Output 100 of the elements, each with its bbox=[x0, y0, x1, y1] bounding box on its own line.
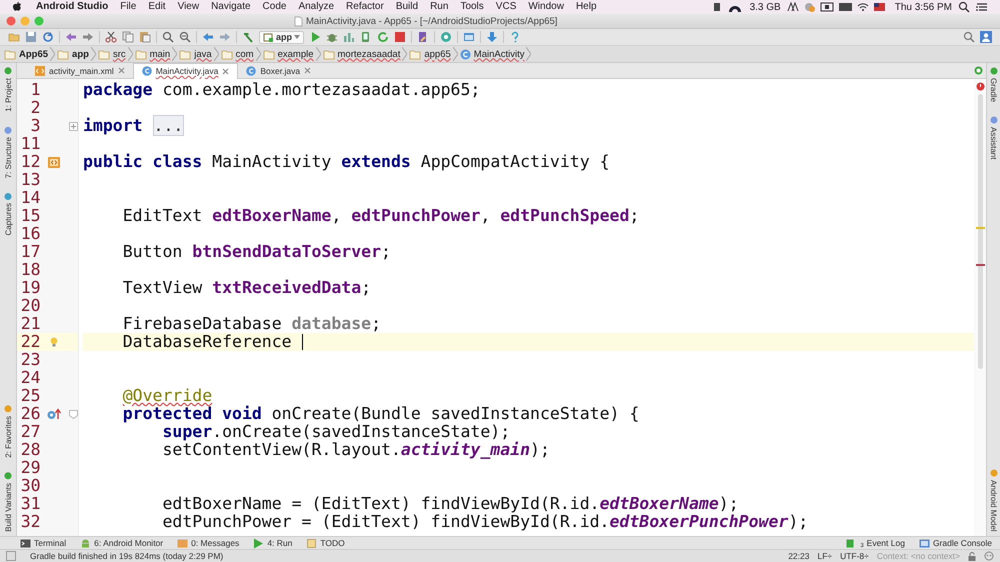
bug-icon[interactable] bbox=[326, 31, 338, 43]
scrollbar[interactable] bbox=[978, 94, 982, 369]
fold-collapse-icon[interactable] bbox=[68, 410, 78, 418]
breadcrumb[interactable]: app bbox=[57, 48, 89, 60]
clock[interactable]: Thu 3:56 PM bbox=[892, 2, 958, 12]
tool-window-button[interactable]: Build Variants bbox=[4, 472, 12, 532]
download-icon[interactable] bbox=[440, 31, 452, 43]
forward-arrow-icon[interactable] bbox=[219, 31, 231, 43]
line-number: 19 bbox=[20, 279, 41, 297]
fold-expand-icon[interactable] bbox=[68, 122, 78, 130]
tool-window-button[interactable]: Android Model bbox=[989, 469, 998, 532]
breadcrumb[interactable]: example bbox=[262, 48, 314, 60]
sync-icon[interactable] bbox=[42, 31, 54, 43]
close-button[interactable] bbox=[6, 16, 16, 26]
stop-icon[interactable] bbox=[394, 31, 406, 43]
window-icon[interactable] bbox=[463, 31, 476, 43]
menu-item[interactable]: Refactor bbox=[340, 0, 390, 14]
close-icon[interactable] bbox=[222, 68, 230, 74]
menu-item[interactable]: VCS bbox=[490, 0, 522, 14]
refresh-icon[interactable] bbox=[377, 31, 390, 43]
layout-file-icon bbox=[35, 66, 45, 76]
bar-chart-icon[interactable] bbox=[343, 31, 356, 43]
app-menu[interactable]: Android Studio bbox=[28, 0, 114, 14]
paste-icon[interactable] bbox=[139, 31, 151, 43]
lock-icon[interactable] bbox=[968, 552, 976, 560]
tool-window-tab[interactable]: Gradle Console bbox=[918, 538, 992, 548]
editor-tab[interactable]: MainActivity.java bbox=[132, 62, 238, 78]
breadcrumb[interactable]: App65 bbox=[4, 48, 48, 60]
scissors-icon[interactable] bbox=[105, 31, 117, 43]
tool-window-tab[interactable]: 6: Android Monitor bbox=[80, 538, 164, 548]
tool-window-tab[interactable]: TODO bbox=[306, 538, 345, 548]
breadcrumb[interactable]: app65 bbox=[409, 48, 451, 60]
tool-window-button[interactable]: 7: Structure bbox=[4, 126, 12, 178]
tool-window-tab[interactable]: 4: Run bbox=[253, 538, 292, 548]
check-circle-icon bbox=[974, 66, 983, 75]
lightbulb-icon[interactable] bbox=[50, 337, 58, 347]
menu-item[interactable]: File bbox=[114, 0, 142, 14]
breadcrumb[interactable]: com bbox=[220, 48, 254, 60]
editor-tab[interactable]: Boxer.java bbox=[238, 63, 320, 78]
menu-item[interactable]: Code bbox=[256, 0, 292, 14]
tool-window-tab[interactable]: Terminal bbox=[20, 538, 66, 548]
line-number: 15 bbox=[20, 207, 41, 225]
run-icon[interactable] bbox=[309, 31, 322, 43]
search-icon[interactable] bbox=[958, 1, 970, 13]
undo-icon[interactable] bbox=[65, 31, 77, 43]
menu-item[interactable]: Window bbox=[522, 0, 570, 14]
code-editor[interactable] bbox=[17, 79, 986, 536]
breadcrumb[interactable]: main bbox=[134, 48, 170, 60]
tool-window-button[interactable]: 2: Favorites bbox=[4, 405, 12, 458]
menu-icon[interactable] bbox=[976, 1, 988, 13]
copy-icon[interactable] bbox=[122, 31, 134, 43]
run-config-dropdown[interactable]: app bbox=[259, 30, 304, 44]
breadcrumb[interactable]: mortezasaadat bbox=[322, 48, 400, 60]
caret-icon bbox=[294, 34, 300, 40]
code-line: @Override bbox=[122, 387, 212, 405]
android-icon bbox=[80, 538, 92, 548]
back-arrow-icon[interactable] bbox=[202, 31, 214, 43]
menu-item[interactable]: Navigate bbox=[205, 0, 257, 14]
line-number: 22 bbox=[20, 333, 41, 351]
breadcrumb[interactable]: src bbox=[98, 48, 126, 60]
hammer-icon[interactable] bbox=[242, 31, 254, 43]
panel-toggle-icon[interactable] bbox=[6, 551, 16, 561]
menu-item[interactable]: Help bbox=[570, 0, 603, 14]
chevron-icon bbox=[128, 47, 133, 61]
search-icon[interactable] bbox=[162, 31, 174, 43]
line-number: 25 bbox=[20, 387, 41, 405]
menu-item[interactable]: Run bbox=[424, 0, 454, 14]
save-icon[interactable] bbox=[25, 31, 37, 43]
tool-window-button[interactable]: Gradle bbox=[989, 67, 998, 102]
code-line: setContentView(R.layout.activity_main); bbox=[161, 441, 550, 459]
menu-item[interactable]: Tools bbox=[454, 0, 490, 14]
tool-window-icon bbox=[4, 126, 12, 134]
line-separator[interactable]: LF÷ bbox=[817, 551, 832, 561]
tool-window-button[interactable]: 1: Project bbox=[4, 67, 12, 112]
close-icon[interactable] bbox=[118, 67, 125, 74]
override-icon[interactable] bbox=[47, 408, 62, 420]
zoom-button[interactable] bbox=[34, 16, 44, 26]
cursor-position[interactable]: 22:23 bbox=[788, 551, 810, 561]
tool-window-tab[interactable]: 0: Messages bbox=[177, 538, 240, 548]
inspector-icon[interactable] bbox=[984, 551, 994, 561]
folder-icon[interactable] bbox=[8, 31, 20, 43]
breadcrumb[interactable]: MainActivity bbox=[460, 48, 524, 60]
layout-file-icon[interactable] bbox=[47, 156, 62, 168]
code-line: Button btnSendDataToServer; bbox=[122, 243, 391, 261]
redo-icon[interactable] bbox=[82, 31, 94, 43]
tool-window-button[interactable]: Assistant bbox=[989, 116, 998, 160]
download-arrow-icon[interactable] bbox=[486, 31, 498, 43]
menu-item[interactable]: View bbox=[172, 0, 206, 14]
status-icons-drawing[interactable] bbox=[786, 1, 887, 13]
menu-item[interactable]: Edit bbox=[142, 0, 172, 14]
chip-icon[interactable] bbox=[712, 1, 722, 13]
tool-window-button[interactable]: Captures bbox=[4, 192, 12, 236]
apple-icon[interactable] bbox=[12, 1, 22, 13]
menu-item[interactable]: Build bbox=[390, 0, 424, 14]
breadcrumb[interactable]: java bbox=[179, 48, 212, 60]
user-icon[interactable] bbox=[980, 31, 992, 43]
file-encoding[interactable]: UTF-8÷ bbox=[840, 551, 869, 561]
close-icon[interactable] bbox=[304, 67, 312, 74]
editor-tab[interactable]: activity_main.xml bbox=[27, 63, 133, 78]
menu-item[interactable]: Analyze bbox=[292, 0, 340, 14]
